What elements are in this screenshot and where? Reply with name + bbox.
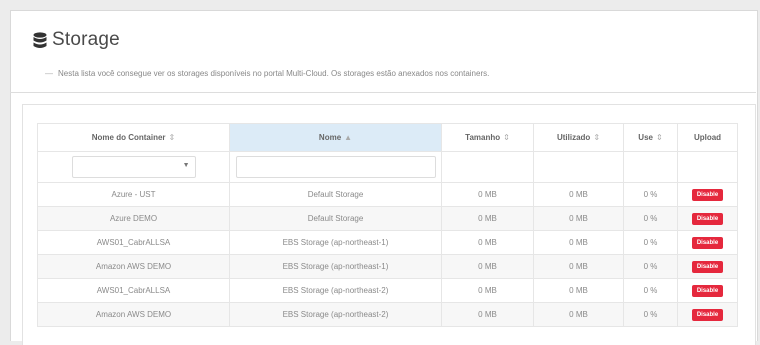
disable-upload-button[interactable]: Disable [691,212,724,225]
cell-use: 0 % [623,278,678,303]
disable-upload-button[interactable]: Disable [691,188,724,201]
cell-name: EBS Storage (ap-northeast-2) [229,302,442,327]
description-dash: — [45,69,53,78]
cell-size: 0 MB [441,182,534,207]
cell-size: 0 MB [441,230,534,255]
table-row[interactable]: AWS01_CabrALLSA EBS Storage (ap-northeas… [37,278,738,303]
column-header-name[interactable]: Nome ▲ [229,123,442,152]
filter-row: ▼ [37,151,738,183]
cell-used: 0 MB [533,302,624,327]
sort-icon[interactable]: ⇕ [593,133,600,142]
cell-upload: Disable [677,278,738,303]
cell-container: Amazon AWS DEMO [37,302,230,327]
cell-container: AWS01_CabrALLSA [37,230,230,255]
cell-used: 0 MB [533,206,624,231]
table-row[interactable]: Azure - UST Default Storage 0 MB 0 MB 0 … [37,182,738,207]
column-header-size[interactable]: Tamanho ⇕ [441,123,534,152]
column-header-upload: Upload [677,123,738,152]
cell-use: 0 % [623,206,678,231]
cell-use: 0 % [623,302,678,327]
cell-name: EBS Storage (ap-northeast-2) [229,278,442,303]
cell-name: Default Storage [229,206,442,231]
cell-upload: Disable [677,182,738,207]
cell-upload: Disable [677,206,738,231]
cell-container: AWS01_CabrALLSA [37,278,230,303]
cell-container: Amazon AWS DEMO [37,254,230,279]
cell-use: 0 % [623,230,678,255]
cell-size: 0 MB [441,206,534,231]
cell-use: 0 % [623,254,678,279]
sort-ascending-icon[interactable]: ▲ [344,133,352,142]
sort-icon[interactable]: ⇕ [169,133,176,142]
storage-table-panel: Nome do Container ⇕ Nome ▲ Tamanho ⇕ Utiliz… [22,104,756,345]
cell-container: Azure DEMO [37,206,230,231]
cell-name: EBS Storage (ap-northeast-1) [229,230,442,255]
disable-upload-button[interactable]: Disable [691,284,724,297]
header-divider [10,92,756,93]
cell-size: 0 MB [441,278,534,303]
cell-used: 0 MB [533,182,624,207]
table-row[interactable]: AWS01_CabrALLSA EBS Storage (ap-northeas… [37,230,738,255]
container-filter-select[interactable]: ▼ [71,156,196,178]
cell-size: 0 MB [441,302,534,327]
table-row[interactable]: Amazon AWS DEMO EBS Storage (ap-northeas… [37,254,738,279]
cell-use: 0 % [623,182,678,207]
cell-container: Azure - UST [37,182,230,207]
page-description: — Nesta lista você consegue ver os storag… [45,69,489,78]
disable-upload-button[interactable]: Disable [691,236,724,249]
name-filter-input[interactable] [235,156,436,178]
cell-name: EBS Storage (ap-northeast-1) [229,254,442,279]
sort-icon[interactable]: ⇕ [656,133,663,142]
table-header-row: Nome do Container ⇕ Nome ▲ Tamanho ⇕ Utiliz… [37,123,738,152]
chevron-down-icon[interactable]: ▼ [183,162,190,169]
cell-size: 0 MB [441,254,534,279]
page-header: Storage [33,29,120,51]
cell-upload: Disable [677,302,738,327]
sort-icon[interactable]: ⇕ [503,133,510,142]
column-header-used[interactable]: Utilizado ⇕ [533,123,624,152]
cell-upload: Disable [677,230,738,255]
cell-name: Default Storage [229,182,442,207]
database-icon [33,31,47,48]
cell-used: 0 MB [533,278,624,303]
page-title: Storage [52,29,120,50]
disable-upload-button[interactable]: Disable [691,308,724,321]
cell-upload: Disable [677,254,738,279]
description-text: Nesta lista você consegue ver os storage… [58,69,490,78]
column-header-use[interactable]: Use ⇕ [623,123,678,152]
disable-upload-button[interactable]: Disable [691,260,724,273]
storage-table: Nome do Container ⇕ Nome ▲ Tamanho ⇕ Utiliz… [37,123,738,327]
column-header-container[interactable]: Nome do Container ⇕ [37,123,230,152]
table-row[interactable]: Amazon AWS DEMO EBS Storage (ap-northeas… [37,302,738,327]
table-row[interactable]: Azure DEMO Default Storage 0 MB 0 MB 0 %… [37,206,738,231]
cell-used: 0 MB [533,254,624,279]
cell-used: 0 MB [533,230,624,255]
